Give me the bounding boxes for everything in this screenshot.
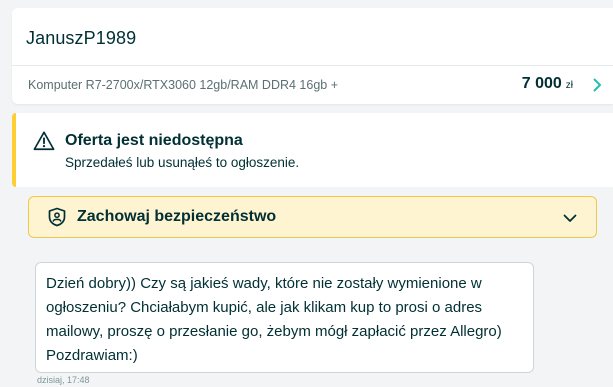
conversation-header: JanuszP1989 Komputer R7-2700x/RTX3060 12… <box>12 8 613 104</box>
notice-text: Sprzedałeś lub usunąłeś to ogłoszenie. <box>65 155 300 170</box>
safety-tips-toggle[interactable]: Zachowaj bezpieczeństwo <box>28 196 597 238</box>
listing-title: Komputer R7-2700x/RTX3060 12gb/RAM DDR4 … <box>28 78 339 92</box>
username[interactable]: JanuszP1989 <box>26 28 136 49</box>
price-currency: zł <box>565 80 573 91</box>
chevron-right-icon[interactable] <box>589 77 605 93</box>
shield-person-icon <box>48 207 66 227</box>
listing-link[interactable]: Komputer R7-2700x/RTX3060 12gb/RAM DDR4 … <box>12 66 613 104</box>
chevron-down-icon[interactable] <box>562 210 578 226</box>
warning-triangle-icon <box>33 131 55 151</box>
listing-price: 7 000 zł <box>522 75 573 93</box>
safety-label: Zachowaj bezpieczeństwo <box>77 208 277 225</box>
message-bubble: Dzień dobry)) Czy są jakieś wady, które … <box>35 262 534 373</box>
message-timestamp: dzisiaj, 17:48 <box>37 375 90 385</box>
notice-title: Oferta jest niedostępna <box>65 132 243 149</box>
unavailable-offer-notice: Oferta jest niedostępna Sprzedałeś lub u… <box>12 113 613 187</box>
price-value: 7 000 <box>521 75 562 92</box>
